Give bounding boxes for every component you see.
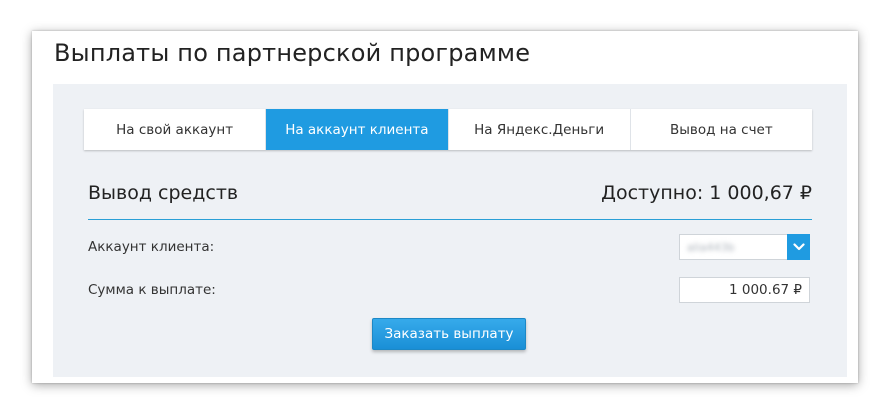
tab-bank-account[interactable]: Вывод на счет (631, 109, 812, 150)
payout-panel: На свой аккаунт На аккаунт клиента На Ян… (53, 84, 847, 377)
client-account-label: Аккаунт клиента: (88, 239, 215, 255)
tab-own-account[interactable]: На свой аккаунт (84, 109, 267, 150)
client-account-select[interactable]: alia443b (679, 234, 810, 260)
order-payout-button[interactable]: Заказать выплату (372, 318, 526, 350)
withdrawal-header: Вывод средств Доступно: 1 000,67 ₽ (88, 182, 812, 220)
amount-label: Сумма к выплате: (88, 282, 216, 298)
available-balance: Доступно: 1 000,67 ₽ (601, 182, 812, 204)
amount-input[interactable] (679, 277, 810, 303)
page-title: Выплаты по партнерской программе (54, 39, 531, 67)
tab-yandex-money[interactable]: На Яндекс.Деньги (449, 109, 631, 150)
client-account-value: alia443b (687, 241, 735, 254)
payouts-card: Выплаты по партнерской программе На свой… (32, 31, 858, 383)
tab-client-account[interactable]: На аккаунт клиента (266, 109, 449, 150)
payout-tabs: На свой аккаунт На аккаунт клиента На Ян… (84, 109, 812, 150)
chevron-down-icon[interactable] (787, 234, 810, 260)
section-title: Вывод средств (88, 182, 239, 204)
